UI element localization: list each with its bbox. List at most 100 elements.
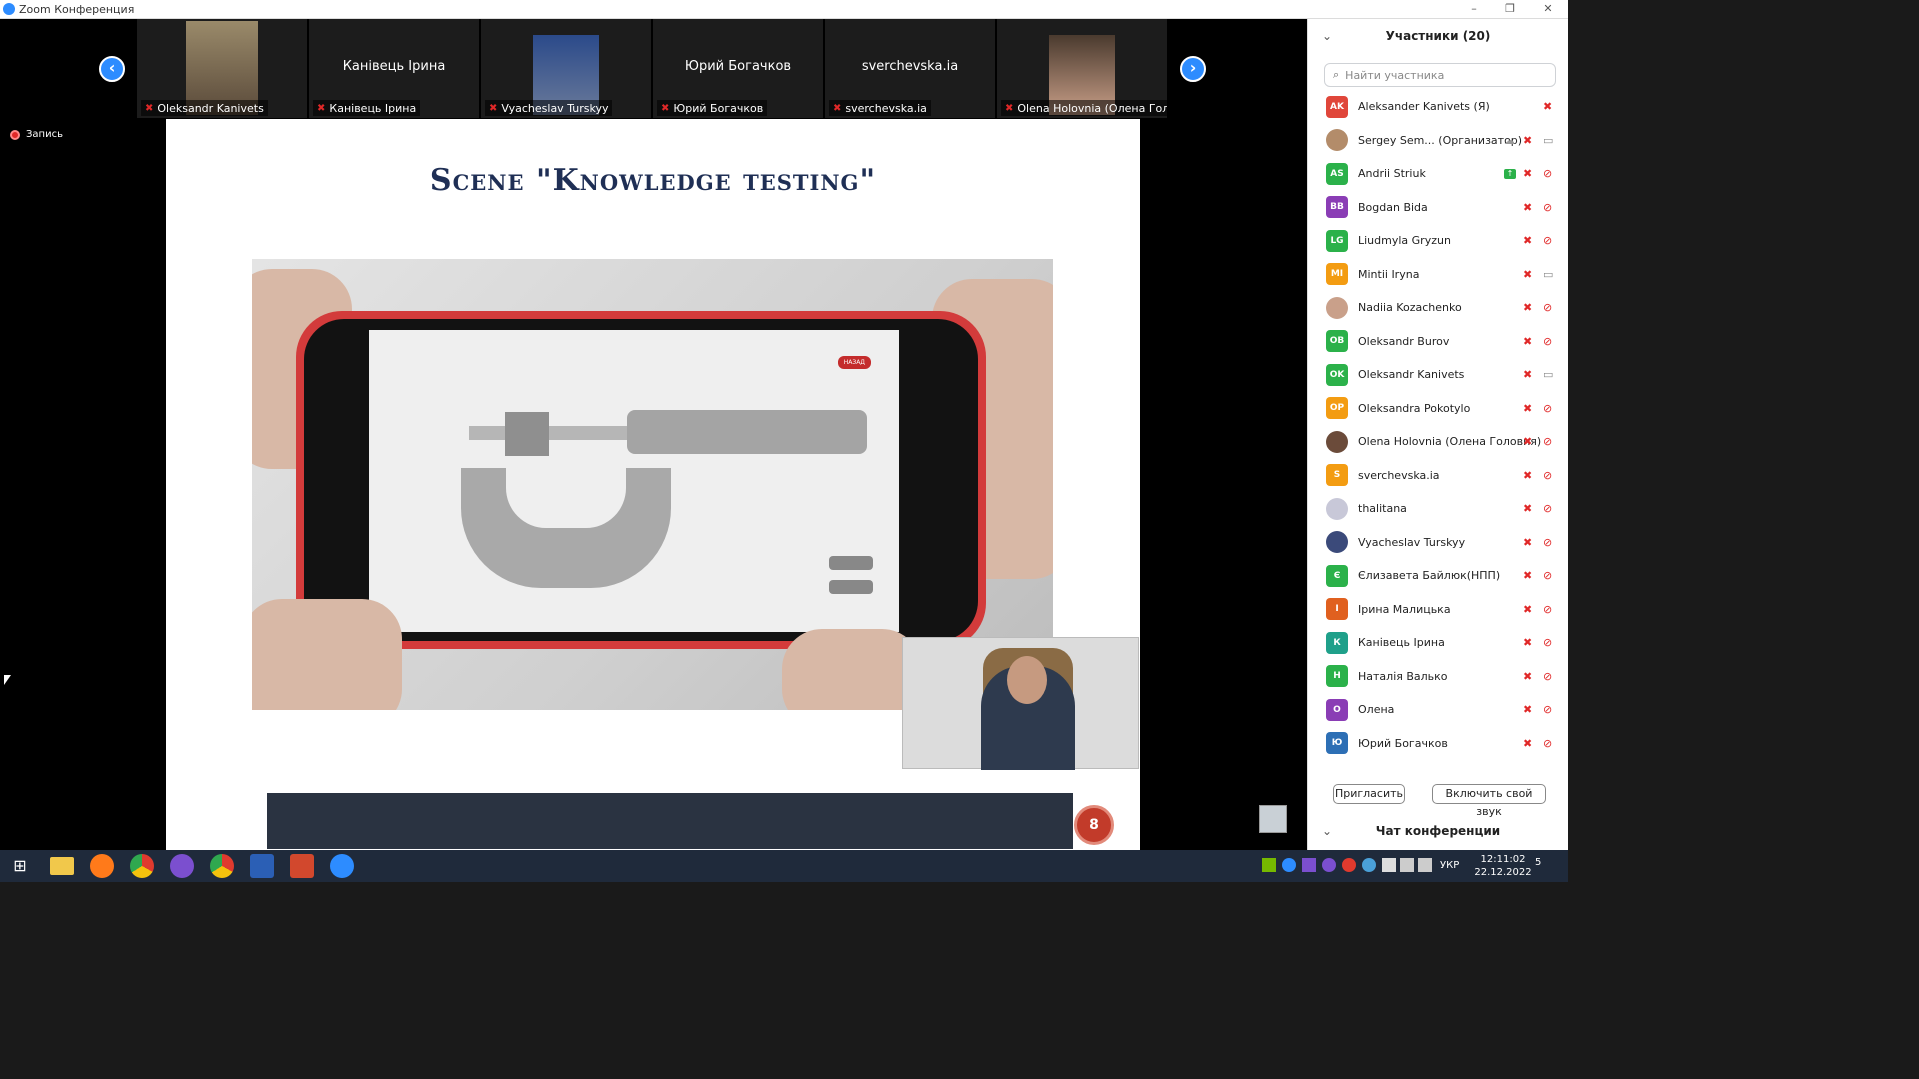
network-icon[interactable] — [1400, 858, 1414, 872]
mic-muted-icon[interactable]: ✖ — [1523, 167, 1532, 180]
participant-row[interactable]: AK Aleksander Kanivets (Я) ✖ — [1308, 90, 1569, 124]
mic-muted-icon[interactable]: ✖ — [1523, 569, 1532, 582]
camera-off-icon[interactable]: ⊘ — [1543, 301, 1552, 314]
mic-muted-icon[interactable]: ✖ — [1523, 368, 1532, 381]
viber-tray-icon[interactable] — [1322, 858, 1336, 872]
camera-off-icon[interactable]: ⊘ — [1543, 469, 1552, 482]
chrome-icon[interactable] — [130, 854, 154, 878]
chrome-alt-icon[interactable] — [210, 854, 234, 878]
pen-tray-icon[interactable] — [1302, 858, 1316, 872]
participant-row[interactable]: LG Liudmyla Gryzun ✖ ⊘ — [1308, 224, 1569, 258]
nvidia-tray-icon[interactable] — [1262, 858, 1276, 872]
file-explorer-icon[interactable] — [50, 857, 74, 875]
camera-icon[interactable]: ▭ — [1543, 368, 1553, 381]
participant-row[interactable]: AS Andrii Striuk ↑ ✖ ⊘ — [1308, 157, 1569, 191]
participant-row[interactable]: Ю Юрий Богачков ✖ ⊘ — [1308, 727, 1569, 761]
participant-row[interactable]: MI Mintii Iryna ✖ ▭ — [1308, 258, 1569, 292]
mic-muted-icon[interactable]: ✖ — [1523, 670, 1532, 683]
mic-muted-icon[interactable]: ✖ — [1523, 234, 1532, 247]
gallery-prev-button[interactable]: ‹ — [99, 56, 125, 82]
notification-center-icon[interactable]: 5 — [1535, 857, 1551, 873]
zoom-tray-icon[interactable] — [1282, 858, 1296, 872]
video-tile[interactable]: ✖ Oleksandr Kanivets — [137, 19, 307, 118]
video-tile[interactable]: Юрий Богачков ✖ Юрий Богачков — [653, 19, 823, 118]
mic-muted-icon[interactable]: ✖ — [1523, 301, 1532, 314]
mic-muted-icon[interactable]: ✖ — [1523, 402, 1532, 415]
unmute-self-button[interactable]: Включить свой звук — [1432, 784, 1546, 818]
mic-muted-icon[interactable]: ✖ — [1523, 335, 1532, 348]
camera-off-icon[interactable]: ⊘ — [1543, 603, 1552, 616]
participant-row[interactable]: Vyacheslav Turskyy ✖ ⊘ — [1308, 526, 1569, 560]
video-tile[interactable]: sverchevska.ia ✖ sverchevska.ia — [825, 19, 995, 118]
mic-muted-icon[interactable]: ✖ — [1523, 502, 1532, 515]
close-button[interactable]: ✕ — [1530, 1, 1566, 17]
restore-button[interactable]: ❐ — [1492, 1, 1528, 17]
mic-muted-icon[interactable]: ✖ — [1543, 100, 1552, 113]
powerpoint-icon[interactable] — [290, 854, 314, 878]
camera-off-icon[interactable]: ⊘ — [1543, 670, 1552, 683]
camera-off-icon[interactable]: ⊘ — [1543, 703, 1552, 716]
participant-search-input[interactable]: ⌕ Найти участника — [1324, 63, 1556, 87]
camera-off-icon[interactable]: ⊘ — [1543, 201, 1552, 214]
mic-muted-icon[interactable]: ✖ — [1523, 134, 1532, 147]
participant-row[interactable]: Nadiia Kozachenko ✖ ⊘ — [1308, 291, 1569, 325]
participant-row[interactable]: Olena Holovnia (Олена Головня) ✖ ⊘ — [1308, 425, 1569, 459]
participant-row[interactable]: Ssverchevska.ia ✖ ⊘ — [1308, 459, 1569, 493]
participant-row[interactable]: Sergey Sem... (Организатор) ☁ ✖ ▭ — [1308, 124, 1569, 158]
participant-row[interactable]: Н Наталія Валько ✖ ⊘ — [1308, 660, 1569, 694]
firefox-icon[interactable] — [90, 854, 114, 878]
mic-muted-icon[interactable]: ✖ — [1523, 201, 1532, 214]
invite-button[interactable]: Пригласить — [1333, 784, 1405, 804]
participant-row[interactable]: І Ірина Малицька ✖ ⊘ — [1308, 593, 1569, 627]
viber-icon[interactable] — [170, 854, 194, 878]
camera-off-icon[interactable]: ⊘ — [1543, 435, 1552, 448]
camera-off-icon[interactable]: ⊘ — [1543, 167, 1552, 180]
mic-muted-icon[interactable]: ✖ — [1523, 703, 1532, 716]
language-indicator[interactable]: УКР — [1440, 860, 1459, 871]
participant-row[interactable]: К Канівець Ірина ✖ ⊘ — [1308, 626, 1569, 660]
mic-muted-icon[interactable]: ✖ — [1523, 469, 1532, 482]
camera-off-icon[interactable]: ⊘ — [1543, 335, 1552, 348]
volume-icon[interactable] — [1418, 858, 1432, 872]
camera-icon[interactable]: ▭ — [1543, 268, 1553, 281]
camera-off-icon[interactable]: ⊘ — [1543, 636, 1552, 649]
mic-muted-icon: ✖ — [317, 102, 326, 114]
zoom-icon[interactable] — [330, 854, 354, 878]
cloud-tray-icon[interactable] — [1362, 858, 1376, 872]
windows-start-icon[interactable]: ⊞ — [8, 854, 32, 878]
participant-row[interactable]: Є Єлизавета Байлюк(НПП) ✖ ⊘ — [1308, 559, 1569, 593]
mic-muted-icon[interactable]: ✖ — [1523, 435, 1532, 448]
video-tile[interactable]: ✖ Olena Holovnia (Олена Гол... — [997, 19, 1167, 118]
taskbar-clock[interactable]: 12:11:02 22.12.2022 — [1468, 853, 1538, 879]
participant-row[interactable]: BB Bogdan Bida ✖ ⊘ — [1308, 191, 1569, 225]
camera-off-icon[interactable]: ⊘ — [1543, 234, 1552, 247]
app-tray-icon[interactable] — [1342, 858, 1356, 872]
camera-off-icon[interactable]: ⊘ — [1543, 737, 1552, 750]
participant-row[interactable]: OB Oleksandr Burov ✖ ⊘ — [1308, 325, 1569, 359]
speaker-video-inset[interactable] — [902, 637, 1139, 770]
video-tile[interactable]: ✖ Vyacheslav Turskyy — [481, 19, 651, 118]
participant-row[interactable]: О Олена ✖ ⊘ — [1308, 693, 1569, 727]
mic-muted-icon[interactable]: ✖ — [1523, 737, 1532, 750]
participant-row[interactable]: OP Oleksandra Pokotylo ✖ ⊘ — [1308, 392, 1569, 426]
mic-muted-icon[interactable]: ✖ — [1523, 268, 1532, 281]
chat-header[interactable]: ⌄ Чат конференции — [1308, 824, 1568, 838]
camera-off-icon[interactable]: ⊘ — [1543, 502, 1552, 515]
camera-icon[interactable]: ▭ — [1543, 134, 1553, 147]
mic-muted-icon[interactable]: ✖ — [1523, 536, 1532, 549]
minimize-button[interactable]: – — [1456, 1, 1492, 17]
mic-muted-icon[interactable]: ✖ — [1523, 603, 1532, 616]
view-thumbnail-icon[interactable] — [1259, 805, 1287, 833]
gallery-next-button[interactable]: › — [1180, 56, 1206, 82]
camera-off-icon[interactable]: ⊘ — [1543, 536, 1552, 549]
participant-row[interactable]: thalitana ✖ ⊘ — [1308, 492, 1569, 526]
video-tile[interactable]: Канівець Ірина ✖ Канівець Ірина — [309, 19, 479, 118]
collapse-chat-icon[interactable]: ⌄ — [1322, 824, 1332, 838]
security-tray-icon[interactable] — [1382, 858, 1396, 872]
mic-muted-icon[interactable]: ✖ — [1523, 636, 1532, 649]
camera-off-icon[interactable]: ⊘ — [1543, 402, 1552, 415]
camera-off-icon[interactable]: ⊘ — [1543, 569, 1552, 582]
participant-row[interactable]: OK Oleksandr Kanivets ✖ ▭ — [1308, 358, 1569, 392]
word-icon[interactable] — [250, 854, 274, 878]
recording-indicator[interactable]: Запись — [10, 129, 63, 140]
